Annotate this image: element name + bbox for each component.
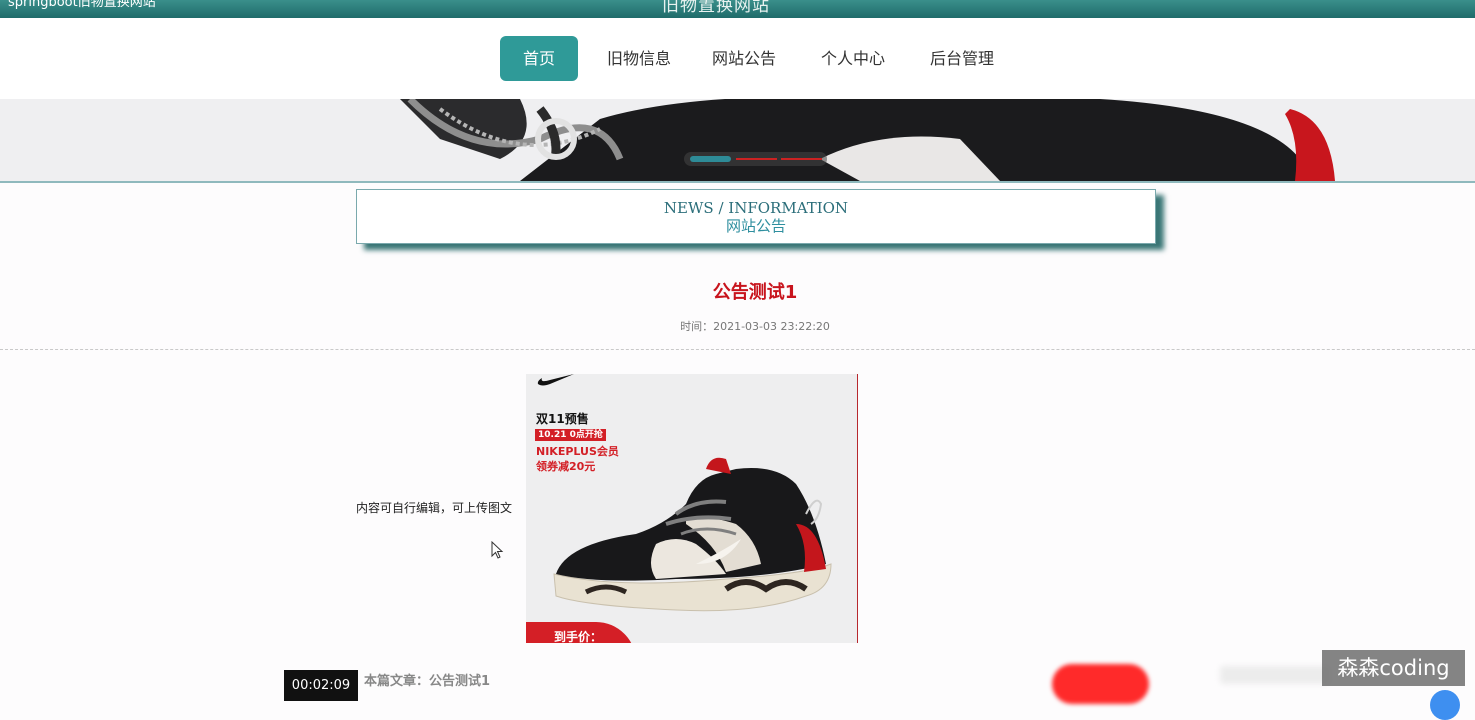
carousel-indicators <box>684 152 827 166</box>
article-body-text: 内容可自行编辑，可上传图文 <box>356 501 513 515</box>
browser-tab-title: springboot旧物置换网站 <box>8 0 156 10</box>
watermark: 森森coding <box>1322 650 1465 686</box>
carousel-dot-1[interactable] <box>690 156 731 162</box>
nav-item-items-info[interactable]: 旧物信息 <box>600 36 678 81</box>
article-time: 时间：2021-03-03 23:22:20 <box>680 320 830 333</box>
carousel-dot-3[interactable] <box>781 158 822 160</box>
video-timer: 00:02:09 <box>284 670 358 701</box>
promo-member: NIKEPLUS会员 <box>536 445 619 458</box>
nike-logo-icon <box>537 374 574 386</box>
nav-item-home[interactable]: 首页 <box>500 36 578 81</box>
action-button[interactable] <box>1052 664 1149 704</box>
section-title-en: NEWS / INFORMATION <box>663 199 849 217</box>
promo-price-label: 到手价： <box>554 630 603 643</box>
nav-item-announcements[interactable]: 网站公告 <box>705 36 783 81</box>
nav-item-admin[interactable]: 后台管理 <box>923 36 1001 81</box>
promo-coupon: 领券减20元 <box>536 460 596 473</box>
carousel-dot-2[interactable] <box>736 158 777 160</box>
main-nav: 首页 旧物信息 网站公告 个人中心 后台管理 <box>0 18 1475 99</box>
blurred-link[interactable] <box>1220 666 1330 684</box>
top-bar: springboot旧物置换网站 旧物置换网站 <box>0 0 1475 18</box>
promo-line-3: NIKEPLUS会员 领券减20元 <box>536 444 619 474</box>
promo-line-2: 10.21 0点开抢 <box>535 429 606 441</box>
mouse-cursor-icon <box>491 541 504 559</box>
banner-shoe-image <box>400 99 1335 181</box>
article-title: 公告测试1 <box>712 282 798 303</box>
divider <box>0 349 1475 350</box>
banner-carousel[interactable] <box>0 99 1475 183</box>
current-article-label: 本篇文章：公告测试1 <box>364 674 491 689</box>
site-title: 旧物置换网站 <box>662 0 770 16</box>
promo-line-1: 双11预售 <box>536 412 589 426</box>
nav-item-personal-center[interactable]: 个人中心 <box>814 36 892 81</box>
scroll-top-button[interactable] <box>1430 690 1460 720</box>
section-title-cn: 网站公告 <box>725 217 786 235</box>
section-header: NEWS / INFORMATION 网站公告 <box>356 189 1156 244</box>
article-image: 双11预售 10.21 0点开抢 NIKEPLUS会员 领券减20元 到手价： <box>526 374 858 643</box>
